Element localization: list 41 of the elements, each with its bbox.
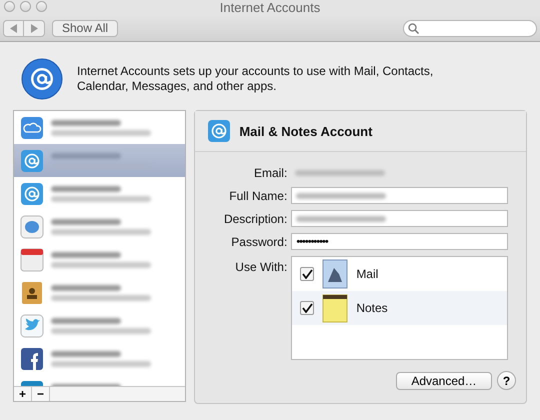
address-book-icon <box>20 280 44 304</box>
field-label: Full Name: <box>228 188 288 202</box>
help-button[interactable]: ? <box>497 371 516 390</box>
app-name: Notes <box>356 301 388 315</box>
search-icon <box>408 22 419 34</box>
text-field[interactable] <box>291 210 508 227</box>
panel-title: Mail & Notes Account <box>239 124 372 138</box>
field-label: Description: <box>222 212 288 226</box>
at-sign-icon <box>20 182 44 206</box>
back-button[interactable] <box>3 20 24 36</box>
window-control-button[interactable] <box>36 1 47 12</box>
calendar-icon <box>20 248 44 272</box>
left-triangle-icon <box>10 24 18 32</box>
search-field[interactable] <box>403 20 537 36</box>
window-title: Internet Accounts <box>220 0 320 15</box>
field-label: Use With: <box>234 259 288 274</box>
field-label: Password: <box>230 234 288 248</box>
at-sign-icon <box>207 119 232 143</box>
show-all-button[interactable]: Show All <box>52 20 118 36</box>
checkmark-icon <box>302 303 313 313</box>
bird-icon <box>20 314 44 338</box>
checkmark-icon <box>302 269 313 279</box>
forward-button[interactable] <box>24 20 45 36</box>
at-sign-icon <box>21 58 63 100</box>
facebook-icon <box>20 346 44 370</box>
text-field[interactable]: ••••••••••• <box>291 233 508 250</box>
stamp-icon <box>320 258 350 290</box>
window-control-button[interactable] <box>20 1 31 12</box>
notepad-icon <box>320 292 350 324</box>
advanced-button[interactable]: Advanced… <box>396 372 492 390</box>
at-sign-icon <box>20 148 44 172</box>
chat-bubble-icon <box>20 214 44 238</box>
text-field[interactable] <box>291 187 508 204</box>
field-label: Email: <box>252 166 288 180</box>
checkbox[interactable] <box>300 267 314 281</box>
app-name: Mail <box>356 267 378 281</box>
cloud-icon <box>20 116 44 140</box>
window-control-button[interactable] <box>4 1 15 12</box>
description-text: Internet Accounts sets up your accounts to use with Mail, Contacts, Calendar, Messages, and other apps. <box>77 64 434 94</box>
checkbox[interactable] <box>300 301 314 315</box>
right-triangle-icon <box>30 24 38 32</box>
